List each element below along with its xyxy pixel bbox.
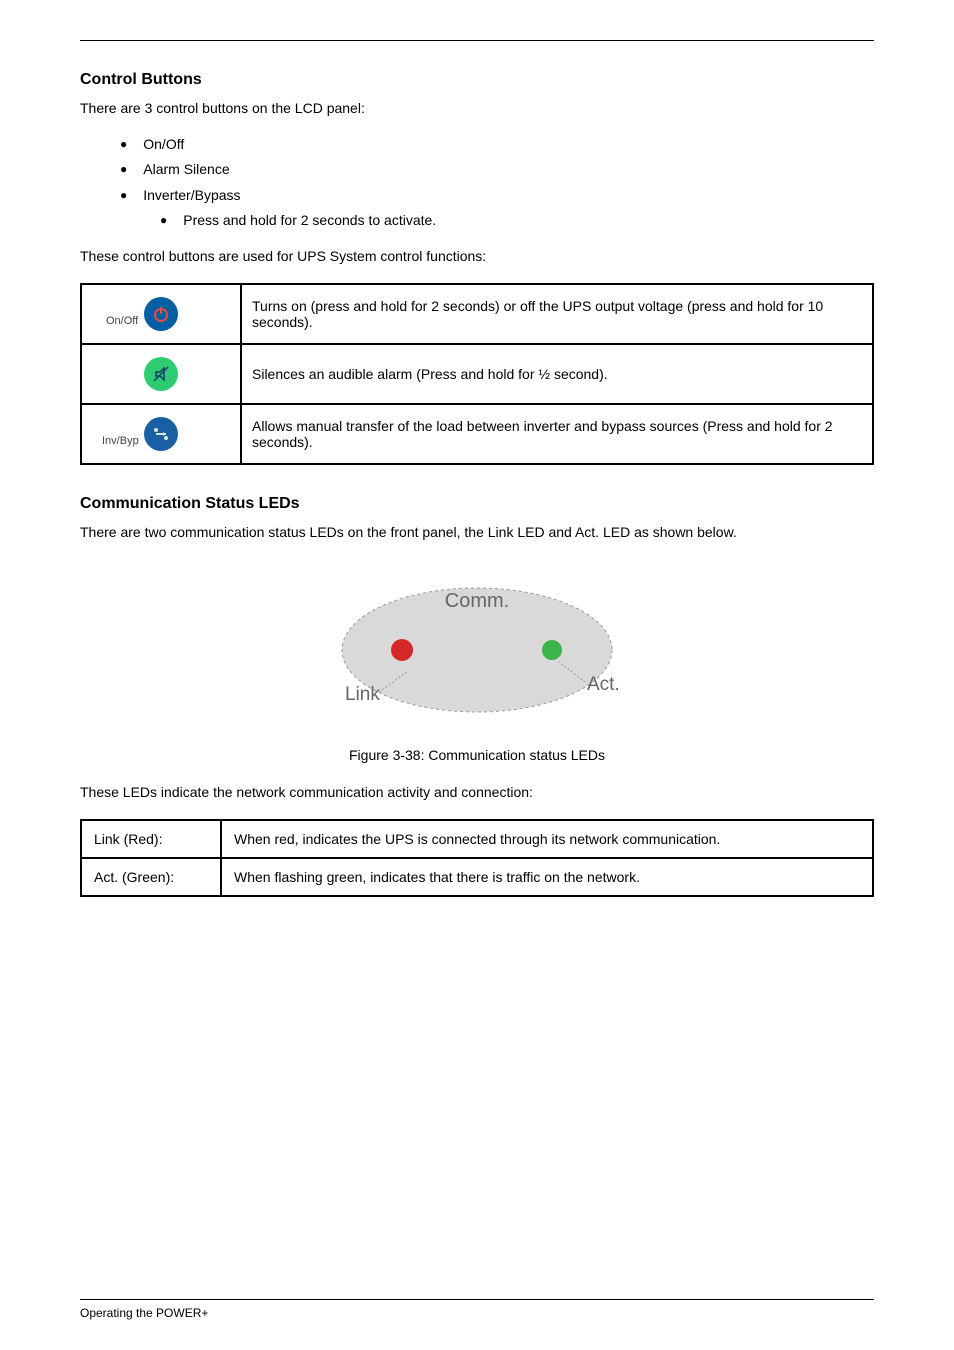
intro-1: There are 3 control buttons on the LCD p… bbox=[80, 99, 874, 119]
onoff-label: On/Off bbox=[106, 315, 138, 327]
bullet-dot-icon: ● bbox=[160, 211, 167, 230]
invbyp-desc: Allows manual transfer of the load betwe… bbox=[241, 404, 873, 464]
bullet-dot-icon: ● bbox=[120, 135, 127, 154]
bullet-invbyp-sub: ● Press and hold for 2 seconds to activa… bbox=[160, 211, 874, 231]
onoff-button-cell: On/Off bbox=[81, 284, 241, 344]
header-rule bbox=[80, 40, 874, 41]
page-footer: Operating the POWER+ bbox=[80, 1299, 874, 1320]
bullet-onoff: ● On/Off bbox=[120, 135, 874, 155]
bullet-silence: ● Alarm Silence bbox=[120, 160, 874, 180]
power-icon bbox=[144, 297, 178, 331]
bullet-invbyp: ● Inverter/Bypass bbox=[120, 186, 874, 206]
invbyp-button-cell: Inv/Byp bbox=[81, 404, 241, 464]
comm-led-figure: Comm. Link Act. bbox=[80, 562, 874, 737]
table-row: On/Off Turns on (press and hold for 2 se… bbox=[81, 284, 873, 344]
link-led-icon bbox=[391, 639, 413, 661]
bullet-label: Press and hold for 2 seconds to activate… bbox=[183, 211, 436, 231]
act-led-icon bbox=[542, 640, 562, 660]
comm-desc: These LEDs indicate the network communic… bbox=[80, 783, 874, 803]
section-title-control-buttons: Control Buttons bbox=[80, 71, 874, 89]
section-title-comm-leds: Communication Status LEDs bbox=[80, 495, 874, 513]
act-led-desc: When flashing green, indicates that ther… bbox=[221, 858, 873, 896]
led-table: Link (Red): When red, indicates the UPS … bbox=[80, 819, 874, 897]
silence-icon bbox=[144, 357, 178, 391]
transfer-icon bbox=[144, 417, 178, 451]
invbyp-label: Inv/Byp bbox=[102, 435, 139, 447]
bullet-dot-icon: ● bbox=[120, 160, 127, 179]
control-buttons-table: On/Off Turns on (press and hold for 2 se… bbox=[80, 283, 874, 465]
act-led-name: Act. (Green): bbox=[81, 858, 221, 896]
bullet-label: On/Off bbox=[143, 135, 184, 155]
comm-text: Comm. bbox=[445, 590, 509, 612]
link-text: Link bbox=[345, 684, 380, 705]
intro-2: These control buttons are used for UPS S… bbox=[80, 247, 874, 267]
bullet-label: Alarm Silence bbox=[143, 160, 229, 180]
silence-desc: Silences an audible alarm (Press and hol… bbox=[241, 344, 873, 404]
table-row: Inv/Byp Allows manual transfer of the lo… bbox=[81, 404, 873, 464]
table-row: Act. (Green): When flashing green, indic… bbox=[81, 858, 873, 896]
onoff-desc: Turns on (press and hold for 2 seconds) … bbox=[241, 284, 873, 344]
table-row: Link (Red): When red, indicates the UPS … bbox=[81, 820, 873, 858]
footer-rule bbox=[80, 1299, 874, 1300]
bullet-dot-icon: ● bbox=[120, 186, 127, 205]
link-led-desc: When red, indicates the UPS is connected… bbox=[221, 820, 873, 858]
footer-text: Operating the POWER+ bbox=[80, 1306, 874, 1320]
link-led-name: Link (Red): bbox=[81, 820, 221, 858]
table-row: Silences an audible alarm (Press and hol… bbox=[81, 344, 873, 404]
figure-caption: Figure 3-38: Communication status LEDs bbox=[80, 747, 874, 763]
bullet-list-1: ● On/Off ● Alarm Silence ● Inverter/Bypa… bbox=[120, 135, 874, 231]
bullet-label: Inverter/Bypass bbox=[143, 186, 240, 206]
comm-intro: There are two communication status LEDs … bbox=[80, 523, 874, 543]
act-text: Act. bbox=[587, 674, 620, 695]
comm-ellipse-icon: Comm. Link Act. bbox=[307, 562, 647, 732]
silence-button-cell bbox=[81, 344, 241, 404]
